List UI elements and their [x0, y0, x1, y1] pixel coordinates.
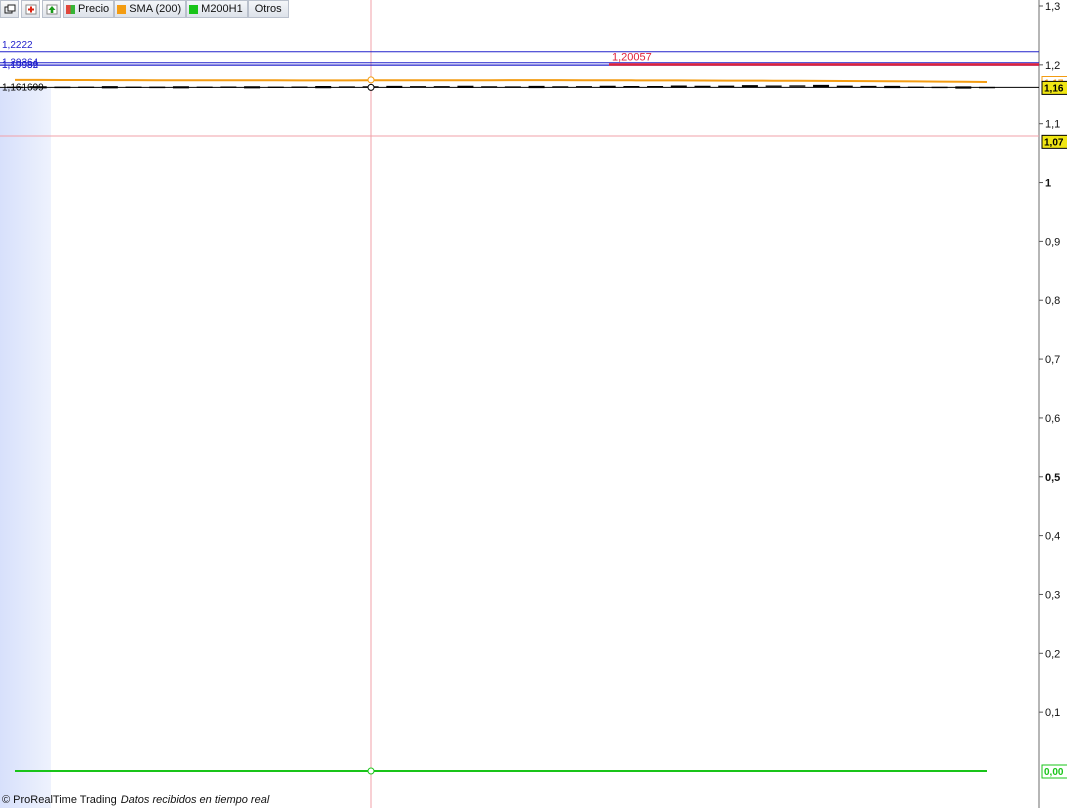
windows-icon[interactable]	[0, 0, 19, 18]
crosshair-marker	[367, 767, 375, 775]
y-tick-label: 0,4	[1045, 531, 1060, 543]
left-panel-shade	[0, 88, 51, 808]
legend-m200h1-label: M200H1	[201, 3, 243, 15]
chart-toolbar: Precio SMA (200) M200H1 Otros	[0, 0, 289, 18]
y-tick-label: 0,7	[1045, 354, 1060, 366]
y-tick-label: 0,9	[1045, 236, 1060, 248]
legend-precio-label: Precio	[78, 3, 110, 15]
sma-line	[15, 78, 988, 83]
level-label: 1,2222	[2, 40, 33, 51]
sma-swatch-icon	[117, 4, 127, 14]
close-red-icon[interactable]	[21, 0, 40, 18]
crosshair-marker	[367, 83, 375, 91]
y-tick-label: 0,5	[1045, 472, 1060, 484]
resistance-label: 1,20057	[612, 52, 652, 64]
y-tick-label: 1,2	[1045, 60, 1060, 72]
up-arrow-green-icon[interactable]	[42, 0, 61, 18]
y-tick-label: 0,2	[1045, 648, 1060, 660]
crosshair-marker	[367, 76, 375, 84]
legend-sma[interactable]: SMA (200)	[114, 0, 187, 18]
y-tick-label: 1,3	[1045, 1, 1060, 13]
y-tick-label: 0,3	[1045, 589, 1060, 601]
footer: © ProRealTime Trading Datos recibidos en …	[2, 794, 269, 806]
price-badge-label: 1,16	[1044, 83, 1064, 94]
price-swatch-icon	[66, 4, 75, 14]
price-chart[interactable]: 1,22221,203641,199821,199391,1616991,200…	[0, 0, 1067, 808]
otros-label: Otros	[254, 3, 282, 15]
price-badge-label: 1,07	[1044, 137, 1064, 148]
y-tick-label: 0,6	[1045, 413, 1060, 425]
y-tick-label: 0,1	[1045, 707, 1060, 719]
price-badge-label: 0,00	[1044, 767, 1064, 778]
y-tick-label: 1,1	[1045, 119, 1060, 131]
legend-sma-label: SMA (200)	[129, 3, 182, 15]
legend-precio[interactable]: Precio	[63, 0, 115, 18]
otros-menu[interactable]: Otros	[247, 0, 289, 18]
y-tick-label: 0,8	[1045, 295, 1060, 307]
footer-status: Datos recibidos en tiempo real	[120, 794, 270, 806]
y-tick-label: 1	[1045, 178, 1051, 190]
m200h1-swatch-icon	[189, 4, 199, 14]
level-label: 1,19939	[2, 60, 39, 71]
legend-m200h1[interactable]: M200H1	[186, 0, 248, 18]
footer-brand: © ProRealTime Trading	[2, 794, 117, 806]
